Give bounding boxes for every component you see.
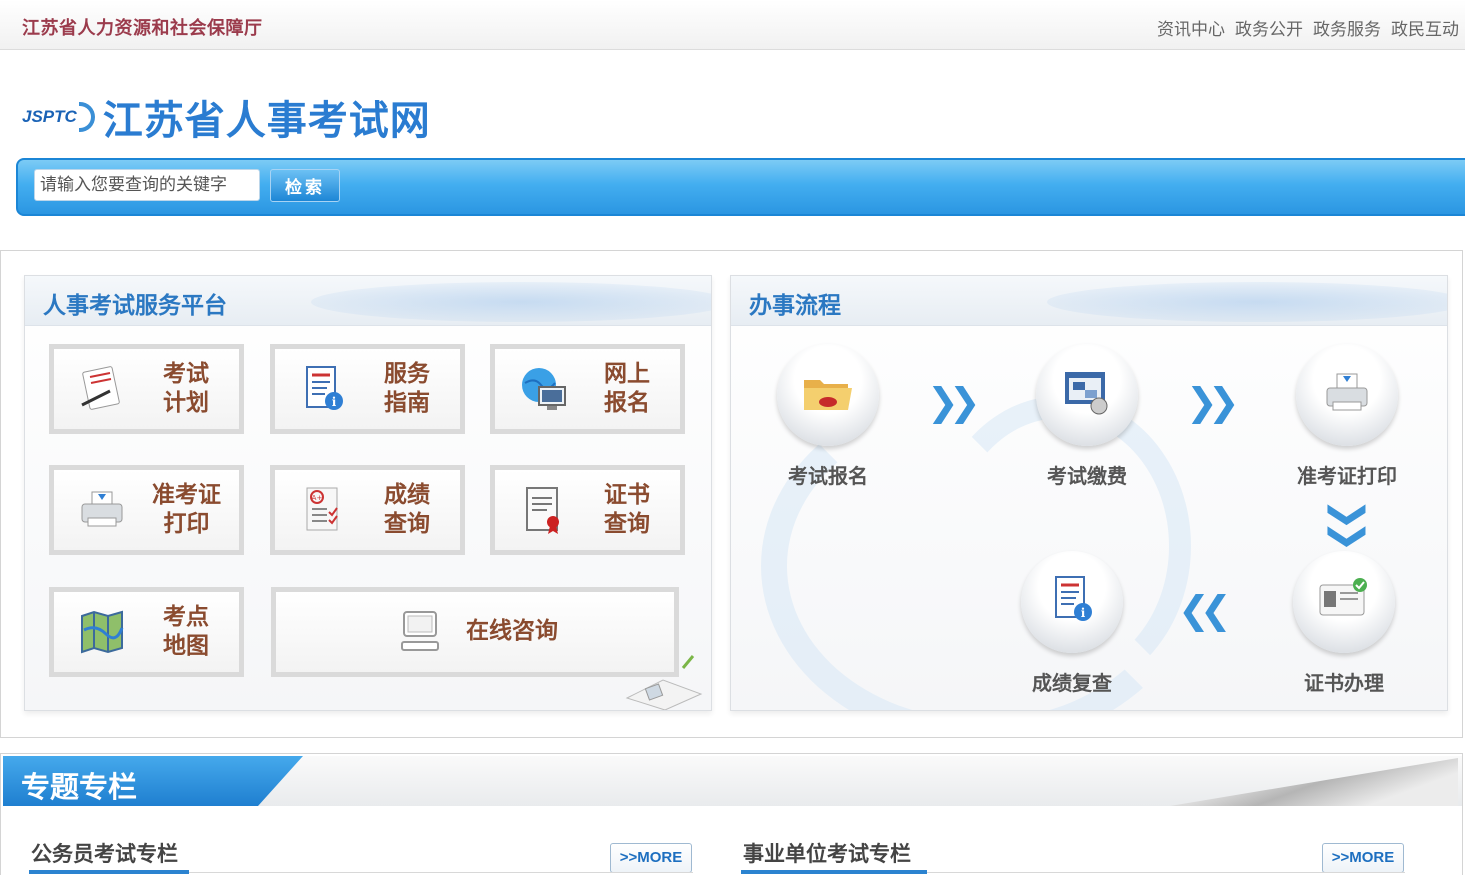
process-panel: 办事流程 考试报名 ❯❯ 考试缴费 ❯❯ 准考证打印 ❯❯ 证书办理 ❮❮ i … xyxy=(730,275,1448,711)
tile-label-line2: 指南 xyxy=(384,389,430,415)
main-section: 人事考试服务平台 考试 计划 i 服务 指南 网上 报名 准考证 打印 A+ 成… xyxy=(0,250,1463,738)
tile-label: 准考证 打印 xyxy=(152,480,221,538)
tile-label-line1: 网上 xyxy=(604,360,650,386)
tile-label-line1: 准考证 xyxy=(152,481,221,507)
id-card-icon xyxy=(1319,578,1367,616)
folder-icon xyxy=(804,380,852,410)
tile-label-line2: 查询 xyxy=(604,510,650,536)
step-exam-registration[interactable]: 考试报名 xyxy=(763,344,893,489)
civil-servant-exam-column-title[interactable]: 公务员考试专栏 xyxy=(31,838,178,868)
column-underline xyxy=(741,870,927,874)
process-header: 办事流程 xyxy=(731,276,1447,326)
map-icon xyxy=(81,610,124,654)
tile-label-line1: 考点 xyxy=(163,603,209,629)
chevron-left-icon: ❮❮ xyxy=(1178,590,1232,632)
site-logo[interactable]: JSPTC 江苏省人事考试网 xyxy=(22,88,431,146)
tile-label-line1: 考试 xyxy=(163,360,209,386)
header-swoosh xyxy=(1047,282,1447,322)
tile-label-line1: 成绩 xyxy=(384,481,430,507)
nav-government-services[interactable]: 政务服务 xyxy=(1313,15,1381,40)
topics-section: 专题专栏 公务员考试专栏 >>MORE 事业单位考试专栏 >>MORE xyxy=(0,753,1463,875)
tile-label-line2: 查询 xyxy=(384,510,430,536)
step-label: 考试报名 xyxy=(788,466,868,488)
logo-abbr: JSPTC xyxy=(22,107,77,126)
topics-title: 专题专栏 xyxy=(21,772,138,804)
document-pen-icon xyxy=(81,366,120,410)
step-circle xyxy=(1296,344,1398,446)
nav-news-center[interactable]: 资讯中心 xyxy=(1157,15,1225,40)
printer-icon xyxy=(81,491,123,527)
step-label: 成绩复查 xyxy=(1032,673,1112,695)
step-label: 证书办理 xyxy=(1304,673,1384,695)
globe-computer-icon xyxy=(522,368,566,410)
nav-government-affairs-public[interactable]: 政务公开 xyxy=(1235,15,1303,40)
step-circle: i xyxy=(1021,551,1123,653)
printer-icon xyxy=(1326,373,1368,411)
tile-certificate-query[interactable]: 证书 查询 xyxy=(490,465,685,555)
tile-label-line2: 打印 xyxy=(163,510,210,536)
step-circle xyxy=(1293,551,1395,653)
certificate-icon xyxy=(526,487,559,534)
tile-admission-ticket-print[interactable]: 准考证 打印 xyxy=(49,465,244,555)
search-bar: 检索 xyxy=(16,158,1465,216)
public-institution-exam-column-title[interactable]: 事业单位考试专栏 xyxy=(743,838,911,868)
tile-label: 考点 地图 xyxy=(163,602,209,660)
tile-exam-site-map[interactable]: 考点 地图 xyxy=(49,587,244,677)
tile-label-line2: 地图 xyxy=(163,632,209,658)
tile-exam-plan[interactable]: 考试 计划 xyxy=(49,344,244,434)
grade-checklist-icon: A+ xyxy=(306,487,338,531)
photo-book-icon xyxy=(625,655,703,710)
header-swoosh xyxy=(311,282,711,322)
tile-label: 证书 查询 xyxy=(604,480,650,538)
svg-text:A+: A+ xyxy=(312,494,323,502)
tile-label-line2: 报名 xyxy=(604,389,650,415)
chevron-down-icon: ❯❯ xyxy=(1327,498,1370,543)
tile-label: 成绩 查询 xyxy=(384,480,430,538)
step-admission-ticket-print[interactable]: 准考证打印 xyxy=(1282,344,1412,489)
tile-label-line1: 证书 xyxy=(604,481,650,507)
service-platform-title: 人事考试服务平台 xyxy=(43,292,227,318)
computer-icon xyxy=(401,611,439,651)
chevron-right-icon: ❯❯ xyxy=(927,382,981,424)
tile-service-guide[interactable]: i 服务 指南 xyxy=(270,344,465,434)
civil-servant-more-button[interactable]: >>MORE xyxy=(610,843,692,873)
tile-label-line1: 服务 xyxy=(384,360,430,386)
tile-label-line2: 计划 xyxy=(163,389,209,415)
process-title: 办事流程 xyxy=(749,292,841,318)
step-certificate-processing[interactable]: 证书办理 xyxy=(1279,551,1409,696)
org-name[interactable]: 江苏省人力资源和社会保障厅 xyxy=(22,14,263,40)
column-underline xyxy=(29,870,189,874)
online-consultation-button[interactable]: 在线咨询 xyxy=(271,587,679,677)
public-institution-more-button[interactable]: >>MORE xyxy=(1322,843,1404,873)
svg-text:i: i xyxy=(1081,606,1086,620)
service-platform-panel: 人事考试服务平台 考试 计划 i 服务 指南 网上 报名 准考证 打印 A+ 成… xyxy=(24,275,712,711)
logo-arc-icon xyxy=(78,102,95,132)
tile-label: 服务 指南 xyxy=(384,359,430,417)
tile-score-query[interactable]: A+ 成绩 查询 xyxy=(270,465,465,555)
tile-label: 网上 报名 xyxy=(604,359,650,417)
svg-text:i: i xyxy=(332,395,337,409)
top-bar: 江苏省人力资源和社会保障厅 资讯中心 政务公开 政务服务 政民互动 xyxy=(0,0,1465,50)
search-input[interactable] xyxy=(34,169,260,201)
chevron-right-icon: ❯❯ xyxy=(1186,382,1240,424)
step-label: 准考证打印 xyxy=(1297,466,1397,488)
step-exam-payment[interactable]: 考试缴费 xyxy=(1022,344,1152,489)
payment-screen-icon xyxy=(1065,372,1108,415)
step-score-review[interactable]: i 成绩复查 xyxy=(1007,551,1137,696)
tile-label: 考试 计划 xyxy=(163,359,209,417)
step-circle xyxy=(1036,344,1138,446)
site-name: 江苏省人事考试网 xyxy=(102,97,431,144)
step-circle xyxy=(777,344,879,446)
step-label: 考试缴费 xyxy=(1047,466,1127,488)
info-document-icon: i xyxy=(1055,576,1092,621)
topics-title-tab: 专题专栏 xyxy=(3,756,303,806)
service-platform-header: 人事考试服务平台 xyxy=(25,276,711,326)
online-consultation-label: 在线咨询 xyxy=(466,617,558,643)
top-nav: 资讯中心 政务公开 政务服务 政民互动 xyxy=(1157,15,1459,40)
search-button[interactable]: 检索 xyxy=(270,169,340,202)
info-document-icon: i xyxy=(306,366,343,410)
nav-public-interaction[interactable]: 政民互动 xyxy=(1391,15,1459,40)
tile-online-registration[interactable]: 网上 报名 xyxy=(490,344,685,434)
